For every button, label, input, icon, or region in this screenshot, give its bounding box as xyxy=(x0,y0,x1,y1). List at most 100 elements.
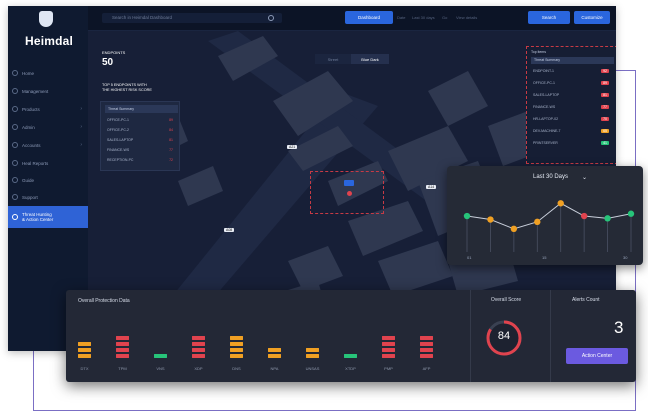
action-center-button[interactable]: Action Center xyxy=(566,348,628,364)
search-button[interactable]: Search xyxy=(528,11,570,24)
legend-row-name: RECEPTION-PC xyxy=(107,158,134,162)
trend-x-label: 01 xyxy=(467,255,472,260)
customize-button[interactable]: Customize xyxy=(574,11,610,24)
overall-score-value: 84 xyxy=(497,330,511,342)
protection-bar-segment xyxy=(420,336,433,340)
trend-point[interactable] xyxy=(463,212,471,220)
products-icon xyxy=(12,106,18,112)
protection-bar-label: AFP xyxy=(422,366,431,371)
sidebar-item-label: Guide xyxy=(22,177,35,183)
go-label[interactable]: Go xyxy=(442,15,447,20)
protection-bar-segment xyxy=(306,354,319,358)
protection-summary-card: Overall Protection Data DTX TPM VNS XDP DNS N… xyxy=(66,290,636,382)
protection-bar-label: TPM xyxy=(118,366,127,371)
legend-row-score: 81 xyxy=(169,138,173,142)
map-marker[interactable]: A14 xyxy=(426,185,437,189)
protection-bar-segment xyxy=(116,348,129,352)
protection-bar-label: VNS xyxy=(156,366,165,371)
sidebar-item-home[interactable]: Home xyxy=(8,66,88,80)
frame-left-line xyxy=(33,345,34,411)
top-items-header: Top items xyxy=(531,50,546,54)
sidebar-item-threat-hunting[interactable]: Threat Hunting & Action Center xyxy=(8,206,88,228)
sidebar-item-support[interactable]: Support xyxy=(8,190,88,204)
protection-bar-label: XTDP xyxy=(345,366,356,371)
trend-point[interactable] xyxy=(487,216,494,223)
sidebar-item-label: Products xyxy=(22,106,40,112)
trend-point[interactable] xyxy=(627,210,635,217)
legend-row[interactable]: OFFICE-PC-1 89 xyxy=(107,118,175,126)
top-items-row[interactable]: HR-LAPTOP-02 70 xyxy=(533,117,613,125)
protection-bar-segment xyxy=(230,336,243,340)
range-label[interactable]: Last 30 days xyxy=(412,15,435,20)
protection-bar-segment xyxy=(268,354,281,358)
top-items-row-name: ENDPOINT-1 xyxy=(533,69,555,73)
trend-x-label: 15 xyxy=(542,255,547,260)
legend-row[interactable]: FINANCE-WS 77 xyxy=(107,148,175,156)
selected-marker[interactable] xyxy=(344,180,354,186)
protection-bar-segment xyxy=(382,342,395,346)
legend-header: Threat Summary xyxy=(105,105,178,113)
protection-bar-segment xyxy=(116,354,129,358)
top-label-line2: THE HIGHEST RISK SCORE xyxy=(102,88,152,92)
protection-bar-segment xyxy=(420,354,433,358)
protection-bar-segment xyxy=(116,342,129,346)
sidebar-item-accounts[interactable]: Accounts › xyxy=(8,138,88,152)
protection-bar-segment xyxy=(268,348,281,352)
protection-bar-segment xyxy=(344,354,357,358)
top-items-row-score: 89 xyxy=(601,81,609,85)
protection-bar-segment xyxy=(230,348,243,352)
top-items-row-score: 92 xyxy=(601,69,609,73)
top-items-row[interactable]: PRINTSERVER 41 xyxy=(533,141,613,149)
map-style-dark-toggle[interactable]: Blue Dark xyxy=(351,54,389,64)
sidebar-item-admin[interactable]: Admin › xyxy=(8,120,88,134)
protection-bar-segment xyxy=(230,342,243,346)
sidebar-item-guide[interactable]: Guide xyxy=(8,173,88,187)
top-items-row-score: 70 xyxy=(601,117,609,121)
protection-bar-segment xyxy=(78,348,91,352)
top-items-row[interactable]: ENDPOINT-1 92 xyxy=(533,69,613,77)
endpoints-label: ENDPOINTS xyxy=(102,50,126,55)
map-marker[interactable]: A21 xyxy=(287,145,298,149)
legend-row-name: OFFICE-PC-2 xyxy=(107,128,129,132)
divider xyxy=(550,290,551,382)
protection-bar-segment xyxy=(154,354,167,358)
protection-bar-segment xyxy=(116,336,129,340)
top-items-row[interactable]: DEV-MACHINE-7 65 xyxy=(533,129,613,137)
legend-row[interactable]: OFFICE-PC-2 84 xyxy=(107,128,175,136)
protection-bar-label: XDP xyxy=(194,366,203,371)
trend-point[interactable] xyxy=(557,200,564,207)
search-icon[interactable] xyxy=(268,15,274,21)
protection-bar-segment xyxy=(192,348,205,352)
top-label-line1: TOP 5 ENDPOINTS WITH xyxy=(102,83,147,87)
dashboard-button[interactable]: Dashboard xyxy=(345,11,393,24)
top-items-row[interactable]: OFFICE-PC-1 89 xyxy=(533,81,613,89)
top-items-row-name: FINANCE-WS xyxy=(533,105,556,109)
map-marker[interactable]: A08 xyxy=(224,228,235,232)
legend-row[interactable]: SALES-LAPTOP 81 xyxy=(107,138,175,146)
sidebar-item-products[interactable]: Products › xyxy=(8,102,88,116)
legend-row-score: 77 xyxy=(169,148,173,152)
top-items-row-score: 81 xyxy=(601,93,609,97)
legend-row-name: SALES-LAPTOP xyxy=(107,138,134,142)
legend-row[interactable]: RECEPTION-PC 72 xyxy=(107,158,175,166)
sidebar-item-management[interactable]: Management xyxy=(8,84,88,98)
chevron-right-icon: › xyxy=(80,106,82,112)
top-items-row[interactable]: SALES-LAPTOP 81 xyxy=(533,93,613,101)
view-details-label[interactable]: View details xyxy=(456,15,477,20)
reports-icon xyxy=(12,160,18,166)
legend-row-name: OFFICE-PC-1 xyxy=(107,118,129,122)
threat-hunting-icon xyxy=(12,214,18,220)
top-items-panel: Top items Threat Summary ENDPOINT-1 92 OFF… xyxy=(526,46,616,164)
trend-point[interactable] xyxy=(510,225,518,232)
protection-bar-label: PMP xyxy=(384,366,393,371)
map-style-street-toggle[interactable]: Street xyxy=(315,54,351,64)
trend-point[interactable] xyxy=(580,212,588,220)
protection-bar-segment xyxy=(78,342,91,346)
trend-point[interactable] xyxy=(604,215,611,222)
trend-point[interactable] xyxy=(534,218,541,226)
top-items-row[interactable]: FINANCE-WS 77 xyxy=(533,105,613,113)
sidebar-active-line1: Threat Hunting xyxy=(22,211,52,217)
heimdal-logo-icon xyxy=(39,11,53,27)
alert-pin-icon[interactable] xyxy=(347,191,352,196)
sidebar-item-heal-reports[interactable]: Heal Reports xyxy=(8,156,88,170)
